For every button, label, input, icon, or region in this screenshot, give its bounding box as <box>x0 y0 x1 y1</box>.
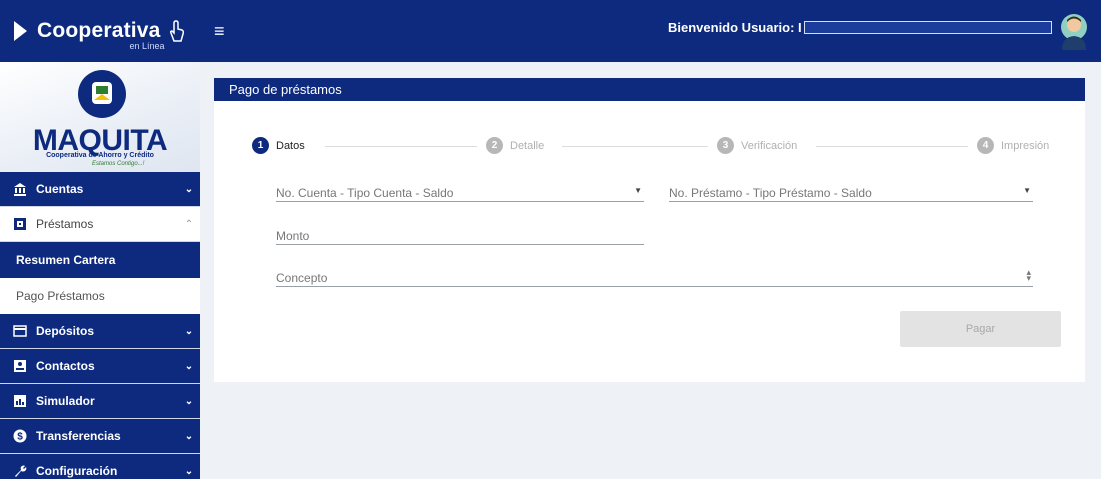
spinner-arrows-icon: ▴ ▾ <box>1026 267 1031 283</box>
step-datos[interactable]: 1 Datos <box>252 137 305 154</box>
hamburger-menu-icon[interactable]: ≡ <box>214 21 225 42</box>
amount-input[interactable]: Monto <box>276 229 644 245</box>
sidebar: MAQUITA Cooperativa de Ahorro y Crédito … <box>0 62 200 479</box>
chart-icon <box>12 393 28 409</box>
chevron-down-icon: ⌄ <box>184 360 194 372</box>
maquita-logo: MAQUITA Cooperativa de Ahorro y Crédito … <box>0 62 200 172</box>
chevron-down-icon: ⌄ <box>184 183 194 195</box>
sidebar-item-transferencias[interactable]: $ Transferencias ⌄ <box>0 419 200 454</box>
dropdown-arrow-icon: ▼ <box>634 186 642 195</box>
concept-input[interactable]: Concepto ▴ ▾ <box>276 267 1033 287</box>
hand-pointer-icon <box>169 20 184 42</box>
logo-emblem-icon <box>92 82 112 104</box>
step-number: 3 <box>717 137 734 154</box>
sidebar-item-prestamos[interactable]: Préstamos ⌃ <box>0 207 200 242</box>
user-avatar-icon[interactable] <box>1057 12 1091 50</box>
sidebar-item-contactos[interactable]: Contactos ⌄ <box>0 349 200 384</box>
sidebar-item-resumen-cartera[interactable]: Resumen Cartera <box>0 242 200 278</box>
step-detalle[interactable]: 2 Detalle <box>486 137 544 154</box>
top-bar: Cooperativa en Línea ≡ Bienvenido Usuari… <box>0 0 1101 62</box>
username-box <box>803 21 1052 34</box>
sidebar-item-simulador[interactable]: Simulador ⌄ <box>0 384 200 419</box>
step-connector <box>816 146 968 147</box>
step-number: 1 <box>252 137 269 154</box>
chevron-down-icon: ⌄ <box>184 465 194 477</box>
sidebar-item-cuentas[interactable]: Cuentas ⌄ <box>0 172 200 207</box>
contacts-icon <box>12 358 28 374</box>
brand-subtitle: en Línea <box>129 41 165 51</box>
brand-name: Cooperativa <box>37 19 161 42</box>
sidebar-item-depositos[interactable]: Depósitos ⌄ <box>0 314 200 349</box>
chevron-up-icon: ⌃ <box>184 218 194 230</box>
logo-slogan: Estamos Contigo...! <box>92 161 145 167</box>
brand-logo[interactable]: Cooperativa en Línea <box>14 19 194 51</box>
logo-subtitle: Cooperativa de Ahorro y Crédito <box>46 152 154 159</box>
step-connector <box>562 146 708 147</box>
play-arrow-icon <box>14 21 27 41</box>
step-impresion[interactable]: 4 Impresión <box>977 137 1049 154</box>
sidebar-item-pago-prestamos[interactable]: Pago Préstamos <box>0 278 200 314</box>
sidebar-item-configuracion[interactable]: Configuración ⌄ <box>0 454 200 479</box>
card-icon <box>12 323 28 339</box>
chevron-down-icon: ⌄ <box>184 395 194 407</box>
dropdown-arrow-icon: ▼ <box>1023 186 1031 195</box>
account-select[interactable]: No. Cuenta - Tipo Cuenta - Saldo ▼ <box>276 186 644 202</box>
loan-select[interactable]: No. Préstamo - Tipo Préstamo - Saldo ▼ <box>669 186 1033 202</box>
chevron-down-icon: ⌄ <box>184 430 194 442</box>
pay-button[interactable]: Pagar <box>900 311 1061 347</box>
step-connector <box>325 146 477 147</box>
bank-icon <box>12 181 28 197</box>
loan-icon <box>12 216 28 232</box>
step-number: 2 <box>486 137 503 154</box>
page-title: Pago de préstamos <box>214 78 1085 101</box>
welcome-text: Bienvenido Usuario: I <box>668 20 802 35</box>
chevron-down-icon: ⌄ <box>184 325 194 337</box>
svg-text:$: $ <box>17 432 23 443</box>
dollar-icon: $ <box>12 428 28 444</box>
step-verificacion[interactable]: 3 Verificación <box>717 137 797 154</box>
step-number: 4 <box>977 137 994 154</box>
wrench-icon <box>12 463 28 479</box>
logo-emblem <box>78 70 126 118</box>
